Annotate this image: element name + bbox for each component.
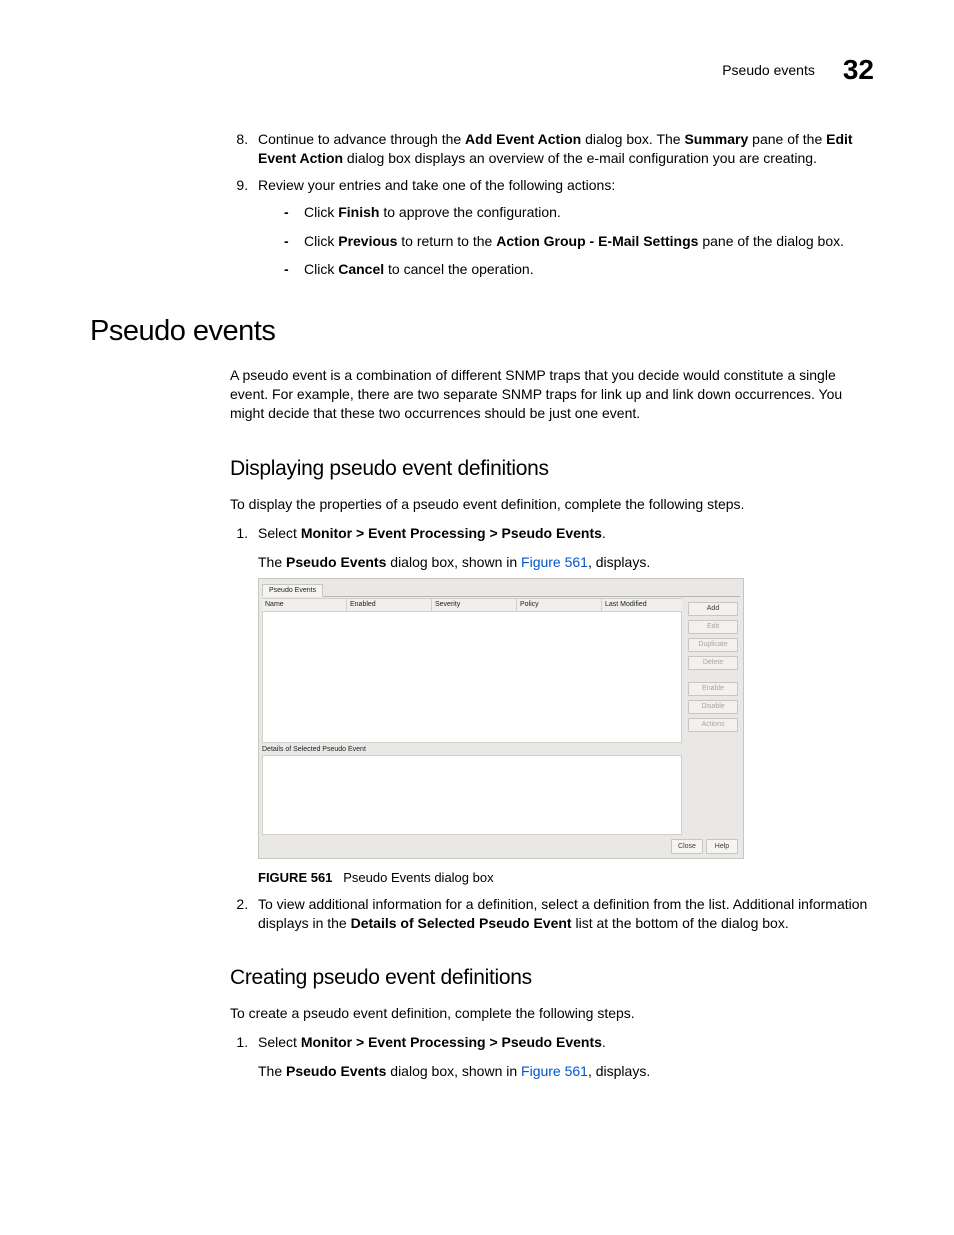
figure-link[interactable]: Figure 561 <box>521 1063 588 1079</box>
creating-intro: To create a pseudo event definition, com… <box>230 1004 874 1023</box>
disable-button[interactable]: Disable <box>688 700 738 714</box>
figure-561: Pseudo Events Name Enabled Severity Poli… <box>258 578 874 887</box>
dash-item-finish: Click Finish to approve the configuratio… <box>284 203 874 222</box>
dialog-footer: Close Help <box>262 835 740 855</box>
displaying-step-2: To view additional information for a def… <box>252 895 874 933</box>
tab-strip: Pseudo Events <box>262 582 740 597</box>
page: Pseudo events 32 Continue to advance thr… <box>0 0 954 1149</box>
table-header: Name Enabled Severity Policy Last Modifi… <box>262 598 682 612</box>
edit-button[interactable]: Edit <box>688 620 738 634</box>
delete-button[interactable]: Delete <box>688 656 738 670</box>
figure-link[interactable]: Figure 561 <box>521 554 588 570</box>
col-last-modified[interactable]: Last Modified <box>602 599 682 611</box>
close-button[interactable]: Close <box>671 839 703 854</box>
duplicate-button[interactable]: Duplicate <box>688 638 738 652</box>
col-enabled[interactable]: Enabled <box>347 599 432 611</box>
pseudo-events-dialog: Pseudo Events Name Enabled Severity Poli… <box>258 578 744 859</box>
step-8: Continue to advance through the Add Even… <box>252 130 874 168</box>
enable-button[interactable]: Enable <box>688 682 738 696</box>
step-9: Review your entries and take one of the … <box>252 176 874 280</box>
dash-item-previous: Click Previous to return to the Action G… <box>284 232 874 251</box>
page-header-label: Pseudo events <box>722 62 815 78</box>
tab-pseudo-events[interactable]: Pseudo Events <box>262 584 323 596</box>
subsection-creating: Creating pseudo event definitions <box>230 966 874 990</box>
numbered-list-continuation: Continue to advance through the Add Even… <box>230 130 874 279</box>
table-zone: Name Enabled Severity Policy Last Modifi… <box>262 598 682 743</box>
displaying-step-1-sub: The Pseudo Events dialog box, shown in F… <box>258 553 874 572</box>
col-severity[interactable]: Severity <box>432 599 517 611</box>
creating-step-1-sub: The Pseudo Events dialog box, shown in F… <box>258 1062 874 1081</box>
button-column: Add Edit Duplicate Delete Enable Disable… <box>682 598 740 743</box>
chapter-number: 32 <box>843 54 874 86</box>
body-indent: Continue to advance through the Add Even… <box>230 130 874 279</box>
actions-button[interactable]: Actions <box>688 718 738 732</box>
dash-list: Click Finish to approve the configuratio… <box>258 203 874 280</box>
help-button[interactable]: Help <box>706 839 738 854</box>
subsection-displaying: Displaying pseudo event definitions <box>230 457 874 481</box>
creating-steps: Select Monitor > Event Processing > Pseu… <box>230 1033 874 1081</box>
add-button[interactable]: Add <box>688 602 738 616</box>
dash-item-cancel: Click Cancel to cancel the operation. <box>284 260 874 279</box>
table-body[interactable] <box>262 612 682 743</box>
section-title-pseudo-events: Pseudo events <box>90 315 874 348</box>
details-box[interactable] <box>262 755 682 835</box>
displaying-intro: To display the properties of a pseudo ev… <box>230 495 874 514</box>
details-label: Details of Selected Pseudo Event <box>262 745 740 754</box>
col-policy[interactable]: Policy <box>517 599 602 611</box>
creating-step-1: Select Monitor > Event Processing > Pseu… <box>252 1033 874 1081</box>
displaying-steps: Select Monitor > Event Processing > Pseu… <box>230 524 874 933</box>
page-header: Pseudo events 32 <box>90 54 874 86</box>
col-name[interactable]: Name <box>262 599 347 611</box>
section-intro: A pseudo event is a combination of diffe… <box>230 366 874 423</box>
figure-caption: FIGURE 561 Pseudo Events dialog box <box>258 869 874 887</box>
displaying-step-1: Select Monitor > Event Processing > Pseu… <box>252 524 874 887</box>
